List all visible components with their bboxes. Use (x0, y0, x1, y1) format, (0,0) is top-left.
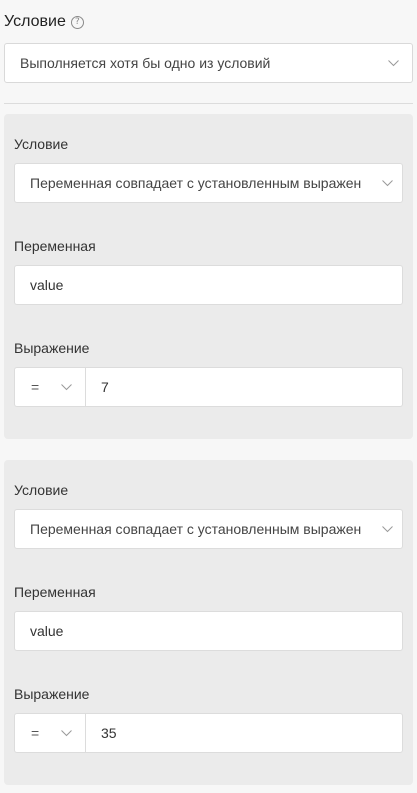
variable-label: Переменная (14, 238, 96, 254)
expression-field: = 35 (14, 713, 403, 753)
condition-card-1: Условие Переменная совпадает с установле… (4, 114, 413, 439)
match-mode-value: Выполняется хотя бы одно из условий (20, 55, 271, 71)
operator-value: = (31, 379, 40, 395)
variable-label: Переменная (14, 584, 96, 600)
variable-input[interactable]: value (14, 611, 403, 651)
condition-type-value: Переменная совпадает с установленным выр… (30, 175, 362, 191)
expression-label: Выражение (14, 340, 90, 356)
condition-label: Условие (14, 136, 69, 152)
chevron-down-icon (376, 510, 398, 548)
expression-label: Выражение (14, 686, 90, 702)
expression-value-input[interactable]: 7 (86, 368, 402, 406)
section-title: Условие (4, 13, 66, 30)
expression-field: = 7 (14, 367, 403, 407)
condition-label: Условие (14, 482, 69, 498)
condition-type-value: Переменная совпадает с установленным выр… (30, 521, 362, 537)
variable-input[interactable]: value (14, 265, 403, 305)
condition-type-select[interactable]: Переменная совпадает с установленным выр… (14, 163, 403, 203)
operator-select[interactable]: = (15, 368, 86, 406)
condition-type-select[interactable]: Переменная совпадает с установленным выр… (14, 509, 403, 549)
chevron-down-icon (55, 368, 77, 406)
divider (4, 103, 413, 104)
chevron-down-icon (376, 164, 398, 202)
help-icon[interactable]: ? (70, 15, 84, 29)
section-header: Условие ? (4, 11, 84, 33)
match-mode-select[interactable]: Выполняется хотя бы одно из условий (4, 43, 413, 83)
expression-value-input[interactable]: 35 (86, 714, 402, 752)
chevron-down-icon (382, 44, 404, 82)
condition-card-2: Условие Переменная совпадает с установле… (4, 460, 413, 785)
operator-value: = (31, 725, 40, 741)
chevron-down-icon (55, 714, 77, 752)
operator-select[interactable]: = (15, 714, 86, 752)
